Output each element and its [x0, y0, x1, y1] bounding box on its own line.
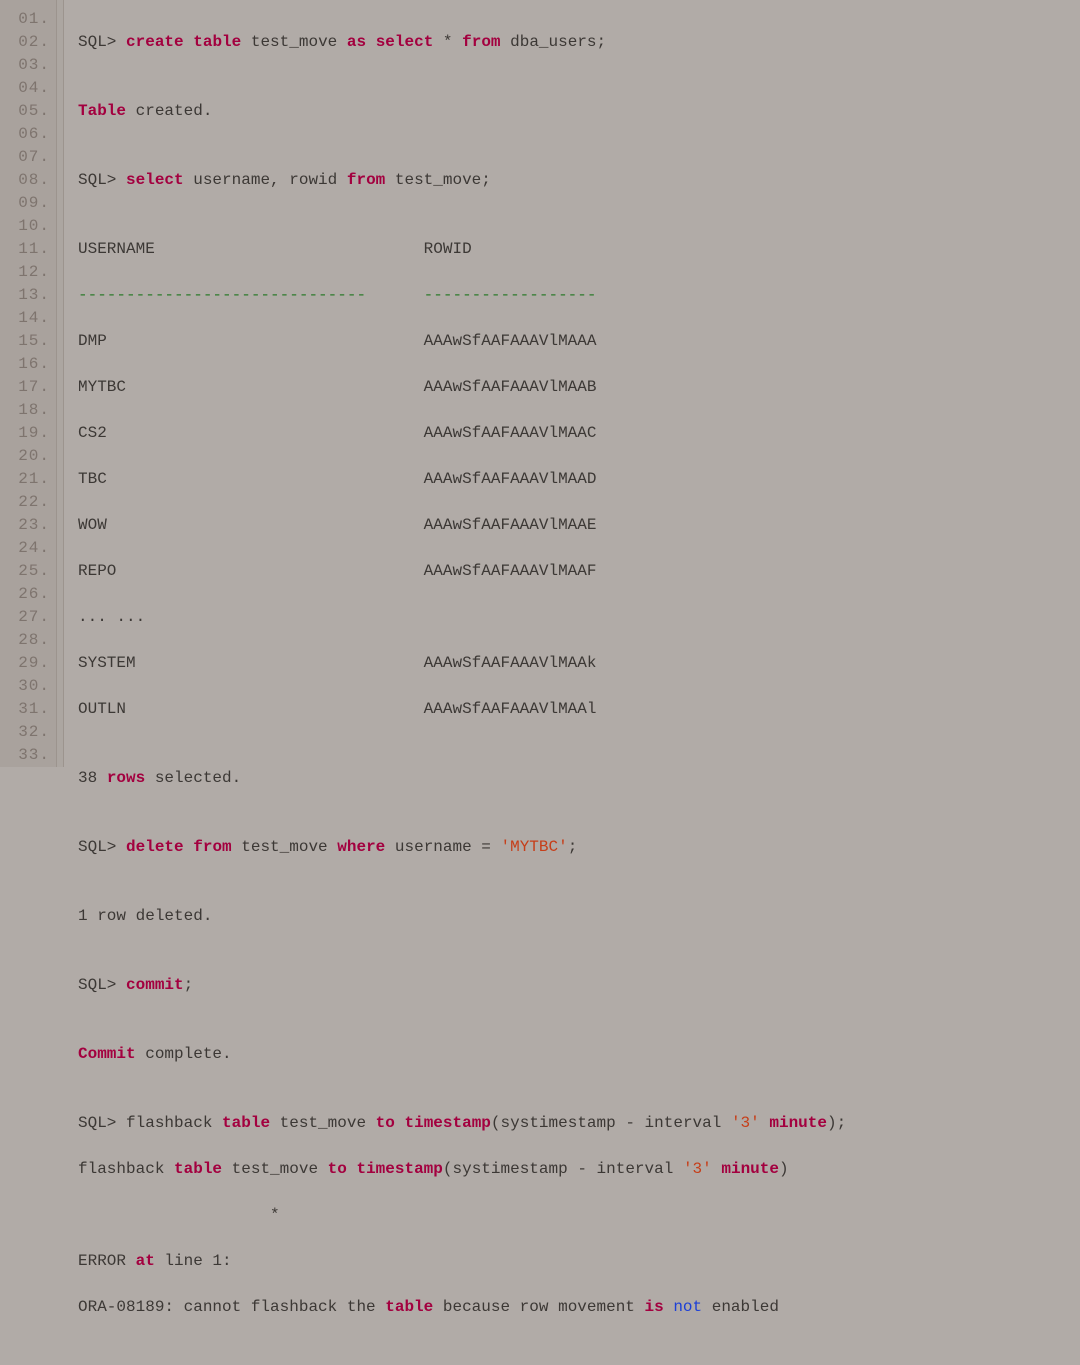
line-number: 11. — [0, 238, 56, 261]
code-line: ORA-08189: cannot flashback the table be… — [78, 1296, 1080, 1319]
line-number: 24. — [0, 537, 56, 560]
code-line: flashback table test_move to timestamp(s… — [78, 1158, 1080, 1181]
line-number: 27. — [0, 606, 56, 629]
code-line: SQL> create table test_move as select * … — [78, 31, 1080, 54]
line-number: 09. — [0, 192, 56, 215]
line-number: 04. — [0, 77, 56, 100]
line-number: 28. — [0, 629, 56, 652]
line-number: 01. — [0, 8, 56, 31]
line-number: 29. — [0, 652, 56, 675]
line-number: 19. — [0, 422, 56, 445]
code-line: USERNAME ROWID — [78, 238, 1080, 261]
code-line: TBC AAAwSfAAFAAAVlMAAD — [78, 468, 1080, 491]
line-number: 18. — [0, 399, 56, 422]
line-number: 08. — [0, 169, 56, 192]
line-number: 25. — [0, 560, 56, 583]
code-area: SQL> create table test_move as select * … — [64, 0, 1080, 767]
code-line: DMP AAAwSfAAFAAAVlMAAA — [78, 330, 1080, 353]
line-number: 26. — [0, 583, 56, 606]
code-line: OUTLN AAAwSfAAFAAAVlMAAl — [78, 698, 1080, 721]
line-number: 14. — [0, 307, 56, 330]
line-number: 05. — [0, 100, 56, 123]
line-number: 12. — [0, 261, 56, 284]
line-number: 22. — [0, 491, 56, 514]
code-line: ------------------------------ ---------… — [78, 284, 1080, 307]
code-line: Table created. — [78, 100, 1080, 123]
line-number: 32. — [0, 721, 56, 744]
code-line: 38 rows selected. — [78, 767, 1080, 790]
line-number: 21. — [0, 468, 56, 491]
line-gutter: 01. 02. 03. 04. 05. 06. 07. 08. 09. 10. … — [0, 0, 56, 767]
line-number: 07. — [0, 146, 56, 169]
line-number: 03. — [0, 54, 56, 77]
code-line: * — [78, 1204, 1080, 1227]
code-line: 1 row deleted. — [78, 905, 1080, 928]
code-line: SQL> commit; — [78, 974, 1080, 997]
line-number: 15. — [0, 330, 56, 353]
code-line: SYSTEM AAAwSfAAFAAAVlMAAk — [78, 652, 1080, 675]
gutter-separator — [56, 0, 64, 767]
code-line: SQL> select username, rowid from test_mo… — [78, 169, 1080, 192]
code-line: SQL> delete from test_move where usernam… — [78, 836, 1080, 859]
code-line: REPO AAAwSfAAFAAAVlMAAF — [78, 560, 1080, 583]
code-editor: 01. 02. 03. 04. 05. 06. 07. 08. 09. 10. … — [0, 0, 1080, 767]
line-number: 23. — [0, 514, 56, 537]
line-number: 06. — [0, 123, 56, 146]
code-line: ... ... — [78, 606, 1080, 629]
code-line: SQL> flashback table test_move to timest… — [78, 1112, 1080, 1135]
line-number: 20. — [0, 445, 56, 468]
line-number: 13. — [0, 284, 56, 307]
line-number: 30. — [0, 675, 56, 698]
code-line: Commit complete. — [78, 1043, 1080, 1066]
line-number: 33. — [0, 744, 56, 767]
code-line: CS2 AAAwSfAAFAAAVlMAAC — [78, 422, 1080, 445]
code-line: WOW AAAwSfAAFAAAVlMAAE — [78, 514, 1080, 537]
line-number: 10. — [0, 215, 56, 238]
line-number: 31. — [0, 698, 56, 721]
line-number: 17. — [0, 376, 56, 399]
code-line: MYTBC AAAwSfAAFAAAVlMAAB — [78, 376, 1080, 399]
code-line: ERROR at line 1: — [78, 1250, 1080, 1273]
line-number: 16. — [0, 353, 56, 376]
line-number: 02. — [0, 31, 56, 54]
